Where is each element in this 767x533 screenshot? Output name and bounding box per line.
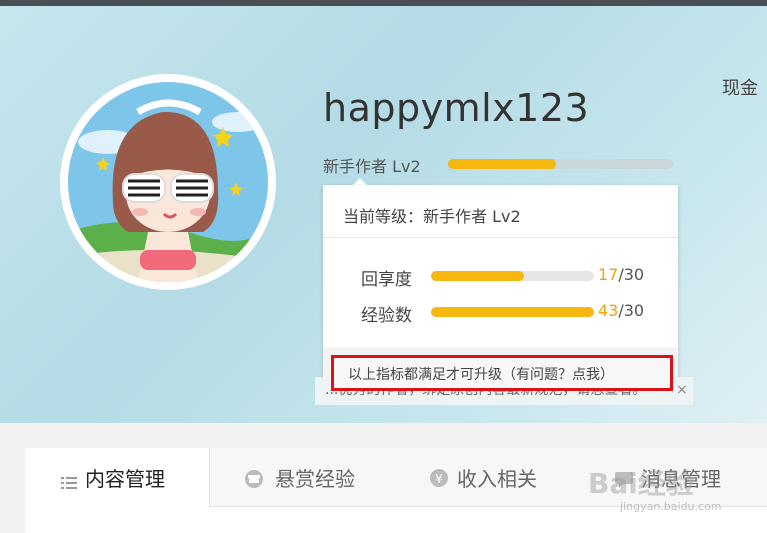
popup-title: 当前等级：新手作者 Lv2 xyxy=(343,207,521,226)
metric-current-share: 17 xyxy=(598,265,619,284)
metric-max-share: /30 xyxy=(618,265,645,284)
metric-label-exp: 经验数 xyxy=(361,306,412,326)
metric-current-exp: 43 xyxy=(598,301,619,320)
metric-fill-exp xyxy=(431,307,594,317)
metric-max-exp: /30 xyxy=(618,301,645,320)
list-icon xyxy=(61,471,77,495)
metric-bar-share xyxy=(431,271,594,281)
metric-value-share: 17/30 xyxy=(598,265,644,284)
upgrade-note-link[interactable]: 以上指标都满足才可升级（有问题？点我） xyxy=(331,355,673,391)
metric-fill-share xyxy=(431,271,524,281)
tab-reward-experience[interactable]: 悬赏经验 xyxy=(235,448,405,506)
yen-icon: ¥ xyxy=(430,468,448,492)
upgrade-note-text: 以上指标都满足才可升级（有问题？点我） xyxy=(348,367,614,383)
close-icon[interactable]: × xyxy=(676,382,688,398)
level-progress-bar xyxy=(448,159,673,169)
cash-label[interactable]: 现金 xyxy=(722,74,758,100)
level-progress-fill xyxy=(448,159,556,169)
level-label[interactable]: 新手作者 Lv2 xyxy=(323,153,421,177)
watermark-url: jingyan.baidu.com xyxy=(620,500,722,513)
svg-text:¥: ¥ xyxy=(435,472,443,486)
tab-income[interactable]: ¥ 收入相关 xyxy=(425,448,595,506)
tab-label: 收入相关 xyxy=(457,467,537,491)
popup-divider xyxy=(323,237,678,238)
metric-bar-exp xyxy=(431,307,594,317)
watermark-logo: Bai经验 xyxy=(588,467,694,500)
avatar[interactable] xyxy=(60,74,276,290)
metric-label-share: 回享度 xyxy=(361,270,412,290)
avatar-image xyxy=(68,82,268,282)
tab-label: 内容管理 xyxy=(85,467,165,491)
tab-label: 悬赏经验 xyxy=(275,467,355,491)
tab-content-management[interactable]: 内容管理 xyxy=(25,448,210,507)
username: happymlx123 xyxy=(323,86,590,130)
reward-icon xyxy=(245,469,263,493)
metric-value-exp: 43/30 xyxy=(598,301,644,320)
